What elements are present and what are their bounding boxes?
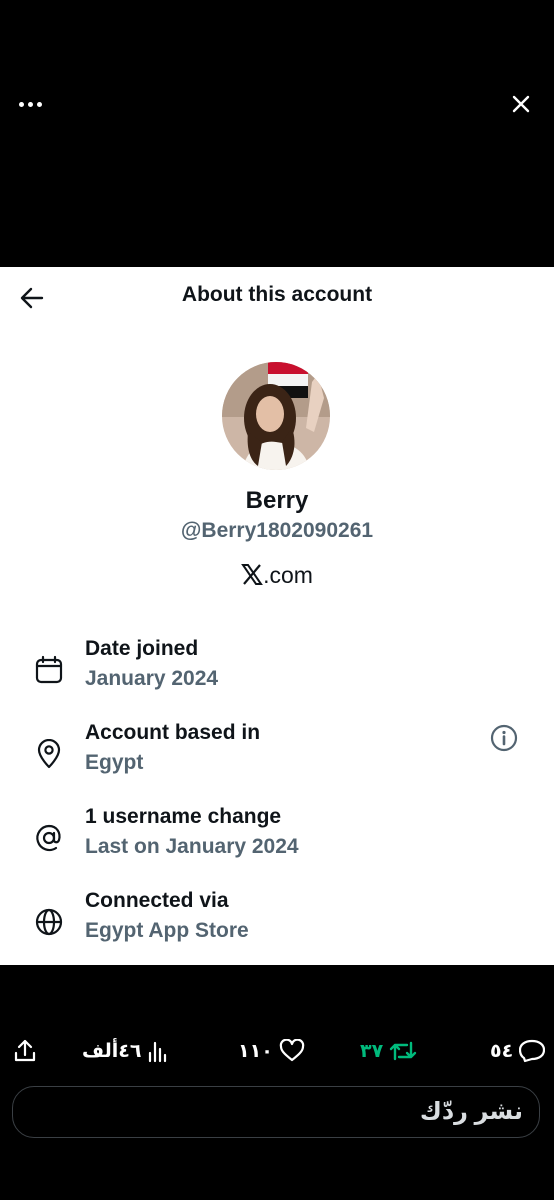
detail-label: 1 username change bbox=[85, 805, 282, 828]
info-icon[interactable] bbox=[489, 723, 519, 753]
heart-icon bbox=[279, 1039, 304, 1062]
detail-label: Account based in bbox=[85, 721, 261, 744]
avatar bbox=[222, 362, 330, 470]
detail-value: January 2024 bbox=[85, 667, 219, 690]
like-button[interactable]: ١١٠ bbox=[238, 1037, 305, 1065]
profile-name: Berry bbox=[245, 487, 309, 514]
repost-icon bbox=[390, 1041, 417, 1061]
post-action-bar: ٤٦ألف ١١٠ ٣٧ ٥٤ نشر ردّك bbox=[0, 965, 554, 1200]
reply-input[interactable]: نشر ردّك bbox=[12, 1086, 540, 1138]
detail-value: Egypt App Store bbox=[85, 919, 249, 942]
close-icon[interactable] bbox=[508, 91, 534, 117]
comment-icon bbox=[519, 1039, 546, 1063]
globe-icon bbox=[35, 908, 63, 936]
reply-count: ٥٤ bbox=[490, 1040, 514, 1062]
share-icon bbox=[14, 1039, 36, 1062]
detail-row-date-joined: Date joined January 2024 bbox=[0, 637, 554, 707]
views-count: ٤٦ألف bbox=[82, 1040, 142, 1062]
at-sign-icon bbox=[36, 824, 61, 852]
profile-site[interactable]: .com bbox=[0, 562, 554, 589]
share-button[interactable] bbox=[13, 1037, 37, 1065]
reply-placeholder: نشر ردّك bbox=[419, 1098, 523, 1125]
repost-count: ٣٧ bbox=[360, 1040, 384, 1062]
page-title: About this account bbox=[181, 283, 373, 306]
reply-button[interactable]: ٥٤ bbox=[490, 1037, 546, 1065]
detail-row-connected-via: Connected via Egypt App Store bbox=[0, 889, 554, 959]
x-logo-icon bbox=[241, 564, 263, 585]
views-button[interactable]: ٤٦ألف bbox=[82, 1037, 169, 1065]
detail-row-username-change: 1 username change Last on January 2024 bbox=[0, 805, 554, 875]
like-count: ١١٠ bbox=[238, 1040, 273, 1062]
detail-value: Egypt bbox=[85, 751, 144, 774]
profile-handle: @Berry1802090261 bbox=[180, 519, 374, 542]
location-pin-icon bbox=[37, 739, 61, 769]
detail-label: Date joined bbox=[85, 637, 199, 660]
site-domain: .com bbox=[263, 562, 313, 588]
about-account-sheet: About this account Berry @Berry180209026… bbox=[0, 267, 554, 965]
repost-button[interactable]: ٣٧ bbox=[360, 1037, 417, 1065]
detail-value: Last on January 2024 bbox=[85, 835, 299, 858]
media-top-bar bbox=[0, 0, 554, 267]
calendar-icon bbox=[35, 655, 63, 684]
analytics-icon bbox=[149, 1041, 167, 1063]
detail-row-account-based-in: Account based in Egypt bbox=[0, 721, 554, 791]
detail-label: Connected via bbox=[85, 889, 229, 912]
more-horizontal-icon[interactable] bbox=[19, 92, 45, 116]
